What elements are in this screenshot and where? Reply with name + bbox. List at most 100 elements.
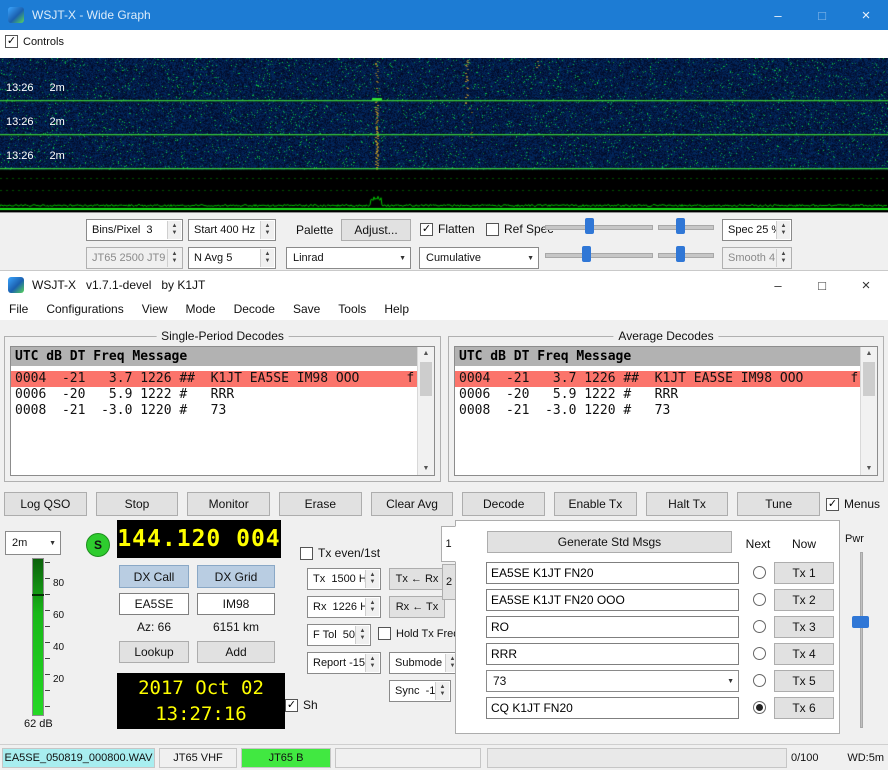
scroll-up-icon[interactable]: ▲ [418,350,434,357]
dx-call-button[interactable]: DX Call [119,565,189,588]
menu-mode[interactable]: Mode [177,299,225,319]
spinner-arrows-icon[interactable] [435,682,449,700]
report-spinner[interactable]: Report -15 [307,652,381,674]
spinner-arrows-icon[interactable] [260,249,274,267]
ref-spec-checkbox[interactable]: Ref Spec [486,222,553,236]
band-select[interactable]: 2m▼ [5,531,61,555]
pwr-slider[interactable] [854,552,868,728]
tx6-select-radio[interactable] [753,701,766,714]
dx-call-field[interactable]: EA5SE [119,593,189,615]
spinner-arrows-icon[interactable] [167,249,181,267]
tx5-select-radio[interactable] [753,674,766,687]
smooth-spinner[interactable]: Smooth 4 [722,247,792,269]
waterfall-zero-slider[interactable] [658,217,714,235]
spinner-arrows-icon[interactable] [355,626,369,644]
clear-avg-button[interactable]: Clear Avg [371,492,454,516]
start-freq-spinner[interactable]: Start 400 Hz [188,219,276,241]
minimize-button[interactable]: – [756,0,800,30]
tx-message-field-6[interactable] [486,697,739,719]
tx-from-rx-button[interactable]: Tx ← Rx [389,568,445,590]
spinner-arrows-icon[interactable] [260,221,274,239]
adjust-button[interactable]: Adjust... [341,219,411,241]
rx-freq-spinner[interactable]: Rx 1226 Hz [307,596,381,618]
monitor-button[interactable]: Monitor [187,492,270,516]
enable-tx-button[interactable]: Enable Tx [554,492,637,516]
menu-decode[interactable]: Decode [225,299,284,319]
scroll-down-icon[interactable]: ▼ [861,465,877,472]
tx2-select-radio[interactable] [753,593,766,606]
decode-row[interactable]: 0004 -21 3.7 1226 ## K1JT EA5SE IM98 OOO… [11,371,418,387]
decode-button[interactable]: Decode [462,492,545,516]
submode-spinner[interactable]: Submode B [389,652,461,674]
halt-tx-button[interactable]: Halt Tx [646,492,729,516]
maximize-button[interactable]: □ [800,0,844,30]
scroll-thumb[interactable] [420,362,432,396]
tx-freq-spinner[interactable]: Tx 1500 Hz [307,568,381,590]
tx1-button[interactable]: Tx 1 [774,562,834,584]
add-button[interactable]: Add [197,641,275,663]
spectrum-mode-combo[interactable]: Cumulative▼ [419,247,539,269]
waterfall-gain-slider[interactable] [545,217,653,235]
spec-percent-spinner[interactable]: Spec 25 % [722,219,792,241]
dx-grid-field[interactable]: IM98 [197,593,275,615]
palette-combo[interactable]: Linrad▼ [286,247,411,269]
tx-message-field-3[interactable] [486,616,739,638]
tx5-button[interactable]: Tx 5 [774,670,834,692]
slider-handle[interactable] [852,616,869,628]
sh-checkbox[interactable]: Sh [285,698,318,712]
frequency-scale[interactable]: Controls 600 800 1000 1200 1400 1600 180… [0,30,888,58]
maximize-button[interactable]: □ [800,271,844,299]
menus-checkbox[interactable]: Menus [826,497,880,511]
waterfall[interactable] [0,58,888,212]
jt65-jt9-spinner[interactable]: JT65 2500 JT9 [86,247,183,269]
stop-button[interactable]: Stop [96,492,179,516]
flatten-checkbox[interactable]: Flatten [420,222,475,236]
tx3-select-radio[interactable] [753,620,766,633]
decode-row[interactable]: 0006 -20 5.9 1222 # RRR [455,387,861,403]
tx3-button[interactable]: Tx 3 [774,616,834,638]
scrollbar[interactable]: ▲ ▼ [860,347,877,475]
slider-handle[interactable] [676,246,685,262]
f-tol-spinner[interactable]: F Tol 50 [307,624,371,646]
close-icon[interactable]: × [844,271,888,299]
spectrum-zero-slider[interactable] [658,245,714,263]
menu-view[interactable]: View [133,299,177,319]
tx2-button[interactable]: Tx 2 [774,589,834,611]
controls-checkbox[interactable]: Controls [5,35,64,48]
decode-row[interactable]: 0004 -21 3.7 1226 ## K1JT EA5SE IM98 OOO… [455,371,861,387]
menu-file[interactable]: File [0,299,37,319]
tx-message-field-4[interactable] [486,643,739,665]
dx-grid-button[interactable]: DX Grid [197,565,275,588]
spectrum-gain-slider[interactable] [545,245,653,263]
tx6-button[interactable]: Tx 6 [774,697,834,719]
spinner-arrows-icon[interactable] [167,221,181,239]
messages-tab-2[interactable]: 2 [442,564,456,600]
spinner-arrows-icon[interactable] [365,598,379,616]
slider-handle[interactable] [582,246,591,262]
spinner-arrows-icon[interactable] [365,654,379,672]
minimize-button[interactable]: – [756,271,800,299]
spinner-arrows-icon[interactable] [776,221,790,239]
tx1-select-radio[interactable] [753,566,766,579]
decode-row[interactable]: 0008 -21 -3.0 1220 # 73 [455,403,861,419]
menu-configurations[interactable]: Configurations [37,299,132,319]
erase-button[interactable]: Erase [279,492,362,516]
tune-button[interactable]: Tune [737,492,820,516]
spinner-arrows-icon[interactable] [365,570,379,588]
tx4-button[interactable]: Tx 4 [774,643,834,665]
tx-even-checkbox[interactable]: Tx even/1st [300,546,380,560]
spinner-arrows-icon[interactable] [776,249,790,267]
lookup-button[interactable]: Lookup [119,641,189,663]
tx-message-field-2[interactable] [486,589,739,611]
sync-spinner[interactable]: Sync -1 [389,680,451,702]
close-icon[interactable]: × [844,0,888,30]
slider-handle[interactable] [676,218,685,234]
menu-help[interactable]: Help [375,299,418,319]
bins-per-pixel-spinner[interactable]: Bins/Pixel 3 [86,219,183,241]
menu-tools[interactable]: Tools [329,299,375,319]
status-light[interactable]: S [86,533,110,557]
n-avg-spinner[interactable]: N Avg 5 [188,247,276,269]
tx-message-field-1[interactable] [486,562,739,584]
scrollbar[interactable]: ▲ ▼ [417,347,434,475]
decode-row[interactable]: 0008 -21 -3.0 1220 # 73 [11,403,418,419]
